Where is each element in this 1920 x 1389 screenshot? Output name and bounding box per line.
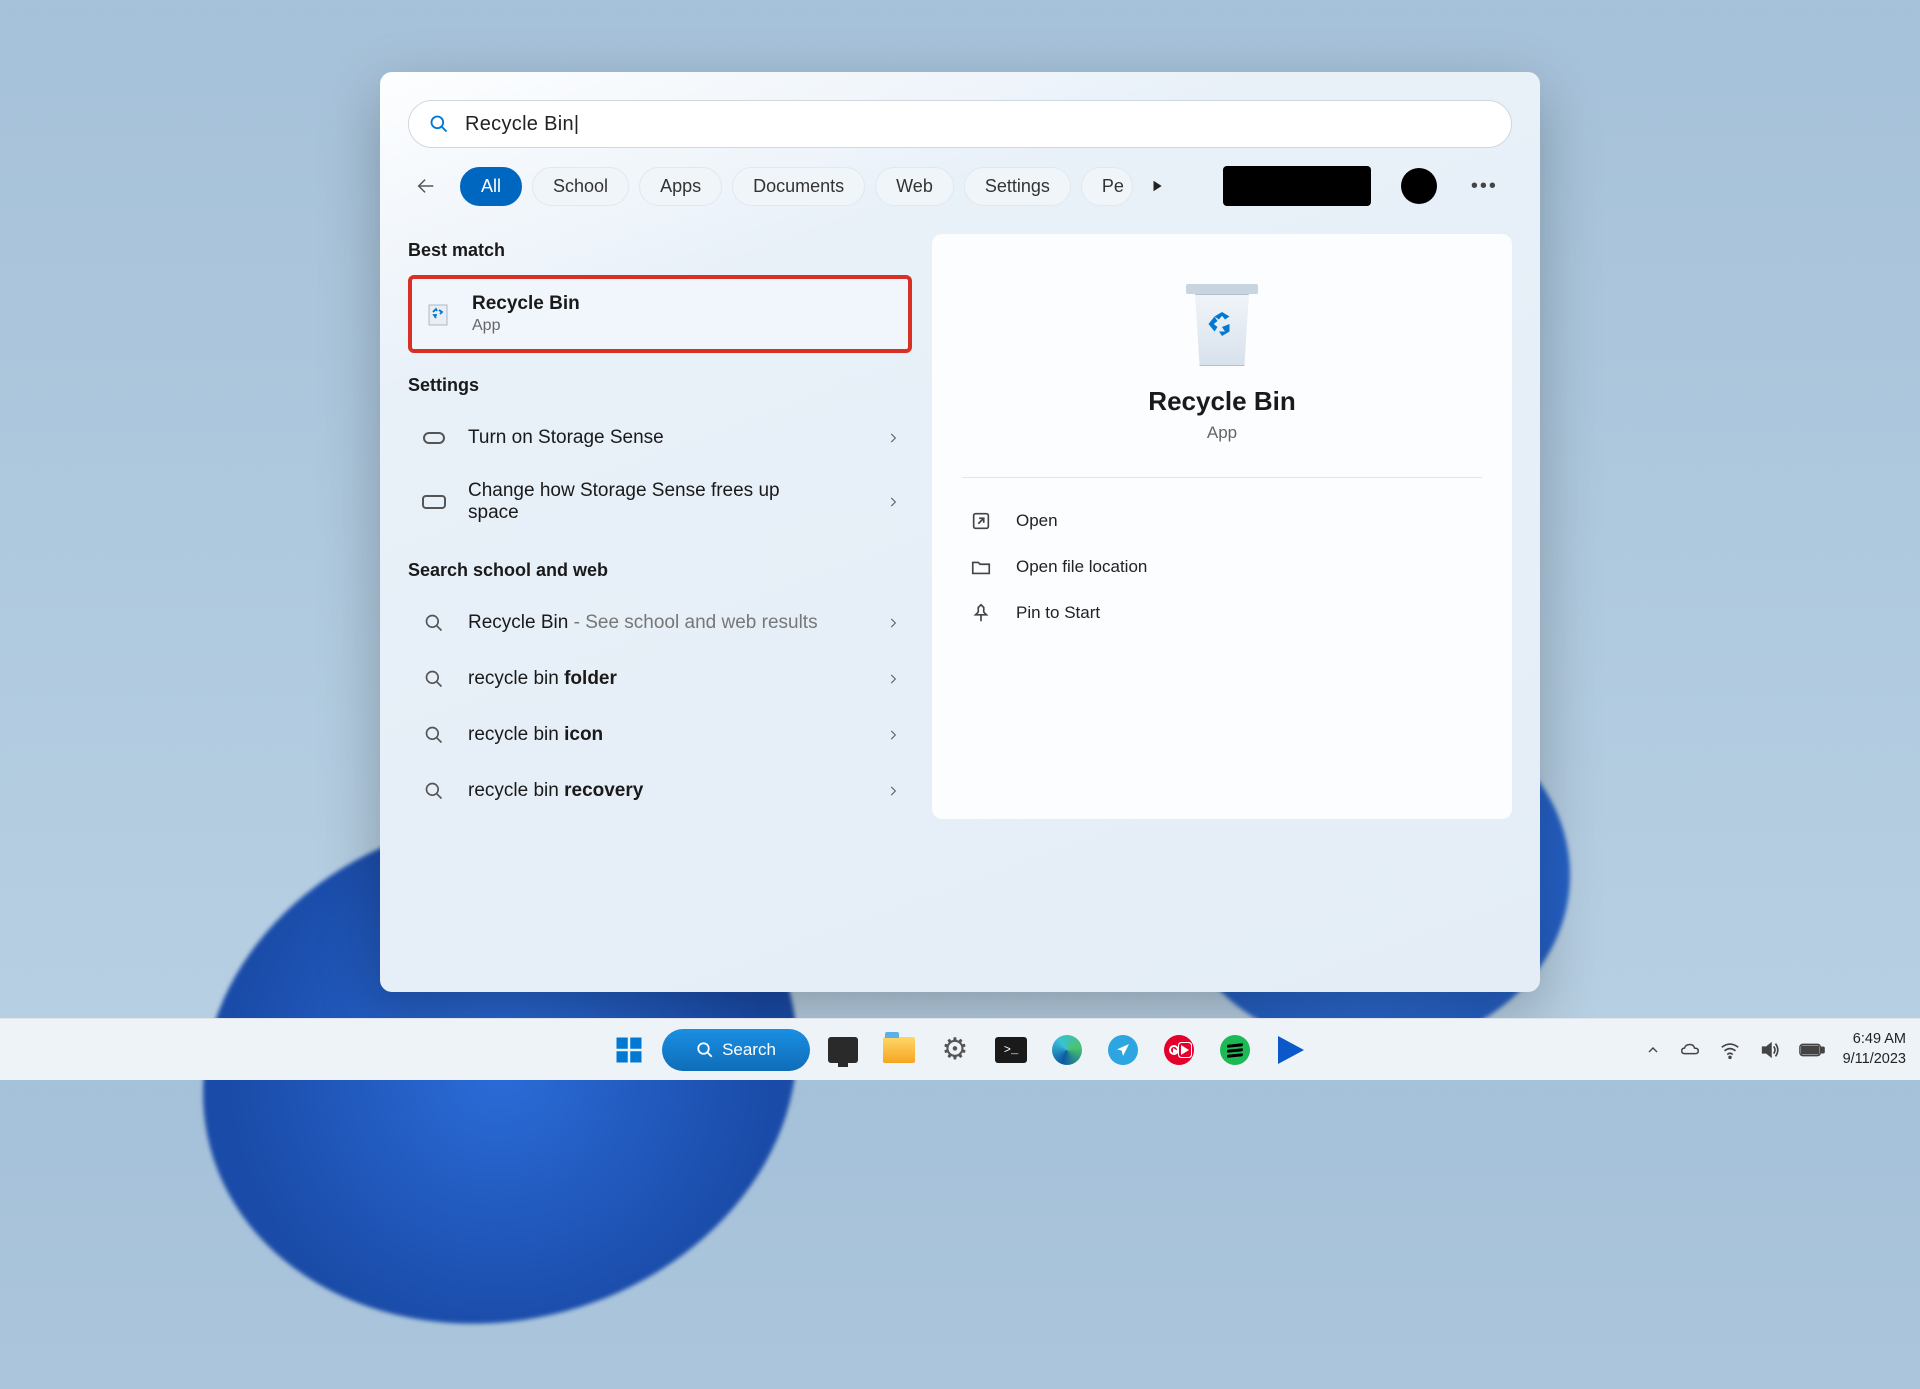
user-avatar[interactable] xyxy=(1401,168,1437,204)
action-label: Pin to Start xyxy=(1016,603,1100,623)
filter-all[interactable]: All xyxy=(460,167,522,206)
web-item[interactable]: recycle bin icon xyxy=(408,707,912,763)
filter-apps[interactable]: Apps xyxy=(639,167,722,206)
section-web: Search school and web xyxy=(408,560,912,581)
folder-icon xyxy=(970,556,992,578)
taskbar: Search ⚙ >_ 6:49 AM 9/11/2023 xyxy=(0,1018,1920,1080)
chevron-right-icon xyxy=(886,495,900,509)
result-subtitle: App xyxy=(472,317,896,335)
chevron-right-icon xyxy=(886,616,900,630)
filter-row: All School Apps Documents Web Settings P… xyxy=(408,166,1512,206)
section-best-match: Best match xyxy=(408,240,912,261)
result-title: Change how Storage Sense frees up space xyxy=(468,480,788,524)
best-match-item[interactable]: Recycle Bin App xyxy=(408,275,912,353)
result-title: Turn on Storage Sense xyxy=(468,427,886,449)
volume-icon[interactable] xyxy=(1759,1039,1781,1061)
taskbar-search-button[interactable]: Search xyxy=(662,1029,810,1071)
start-button[interactable] xyxy=(606,1027,652,1073)
chevron-right-icon xyxy=(886,431,900,445)
recycle-bin-icon xyxy=(424,300,452,328)
clock-time: 6:49 AM xyxy=(1843,1030,1906,1050)
task-view-button[interactable] xyxy=(820,1027,866,1073)
action-pin[interactable]: Pin to Start xyxy=(962,590,1482,636)
clock[interactable]: 6:49 AM 9/11/2023 xyxy=(1843,1030,1906,1069)
spotify-app-button[interactable] xyxy=(1212,1027,1258,1073)
web-item[interactable]: recycle bin folder xyxy=(408,651,912,707)
result-title: recycle bin folder xyxy=(468,668,886,690)
action-label: Open file location xyxy=(1016,557,1147,577)
action-open[interactable]: Open xyxy=(962,498,1482,544)
filter-next-button[interactable] xyxy=(1143,172,1171,200)
search-icon xyxy=(420,609,448,637)
filter-school[interactable]: School xyxy=(532,167,629,206)
search-icon xyxy=(420,777,448,805)
section-settings: Settings xyxy=(408,375,912,396)
toggle-icon xyxy=(420,424,448,452)
filter-web[interactable]: Web xyxy=(875,167,954,206)
settings-item-storage-sense[interactable]: Turn on Storage Sense xyxy=(408,410,912,466)
search-box[interactable]: Recycle Bin xyxy=(408,100,1512,148)
chevron-right-icon xyxy=(886,784,900,798)
settings-app-button[interactable]: ⚙ xyxy=(932,1027,978,1073)
settings-item-storage-sense-space[interactable]: Change how Storage Sense frees up space xyxy=(408,466,912,538)
filter-people[interactable]: Pe xyxy=(1081,167,1133,206)
preview-panel: Recycle Bin App Open Open file location … xyxy=(932,234,1512,819)
back-button[interactable] xyxy=(408,168,444,204)
open-icon xyxy=(970,510,992,532)
recycle-bin-large-icon xyxy=(1186,276,1258,366)
search-icon xyxy=(420,665,448,693)
clock-date: 9/11/2023 xyxy=(1843,1050,1906,1070)
results-list: Best match Recycle Bin App Settings Turn… xyxy=(408,234,912,819)
web-item[interactable]: recycle bin recovery xyxy=(408,763,912,819)
youtube-music-button[interactable] xyxy=(1156,1027,1202,1073)
result-title: recycle bin recovery xyxy=(468,780,886,802)
web-item[interactable]: Recycle Bin - See school and web results xyxy=(408,595,912,651)
result-title: Recycle Bin - See school and web results xyxy=(468,612,886,634)
battery-icon[interactable] xyxy=(1799,1042,1825,1058)
tray-overflow-icon[interactable] xyxy=(1645,1042,1661,1058)
chevron-right-icon xyxy=(886,672,900,686)
chevron-right-icon xyxy=(886,728,900,742)
search-input[interactable]: Recycle Bin xyxy=(465,113,1491,136)
divider xyxy=(962,477,1482,478)
system-tray: 6:49 AM 9/11/2023 xyxy=(1645,1030,1906,1069)
search-icon xyxy=(429,114,449,134)
filter-settings[interactable]: Settings xyxy=(964,167,1071,206)
pin-icon xyxy=(970,602,992,624)
result-title: recycle bin icon xyxy=(468,724,886,746)
terminal-app-button[interactable]: >_ xyxy=(988,1027,1034,1073)
search-label: Search xyxy=(722,1040,776,1060)
preview-type: App xyxy=(962,423,1482,443)
search-icon xyxy=(420,721,448,749)
storage-icon xyxy=(420,488,448,516)
more-options-button[interactable]: ••• xyxy=(1471,175,1498,198)
edge-browser-button[interactable] xyxy=(1044,1027,1090,1073)
media-app-button[interactable] xyxy=(1268,1027,1314,1073)
onedrive-icon[interactable] xyxy=(1679,1039,1701,1061)
result-title: Recycle Bin xyxy=(472,293,896,315)
telegram-app-button[interactable] xyxy=(1100,1027,1146,1073)
filter-documents[interactable]: Documents xyxy=(732,167,865,206)
redacted-bar xyxy=(1223,166,1371,206)
file-explorer-button[interactable] xyxy=(876,1027,922,1073)
action-open-location[interactable]: Open file location xyxy=(962,544,1482,590)
action-label: Open xyxy=(1016,511,1058,531)
search-panel: Recycle Bin All School Apps Documents We… xyxy=(380,72,1540,992)
preview-title: Recycle Bin xyxy=(962,386,1482,417)
wifi-icon[interactable] xyxy=(1719,1039,1741,1061)
